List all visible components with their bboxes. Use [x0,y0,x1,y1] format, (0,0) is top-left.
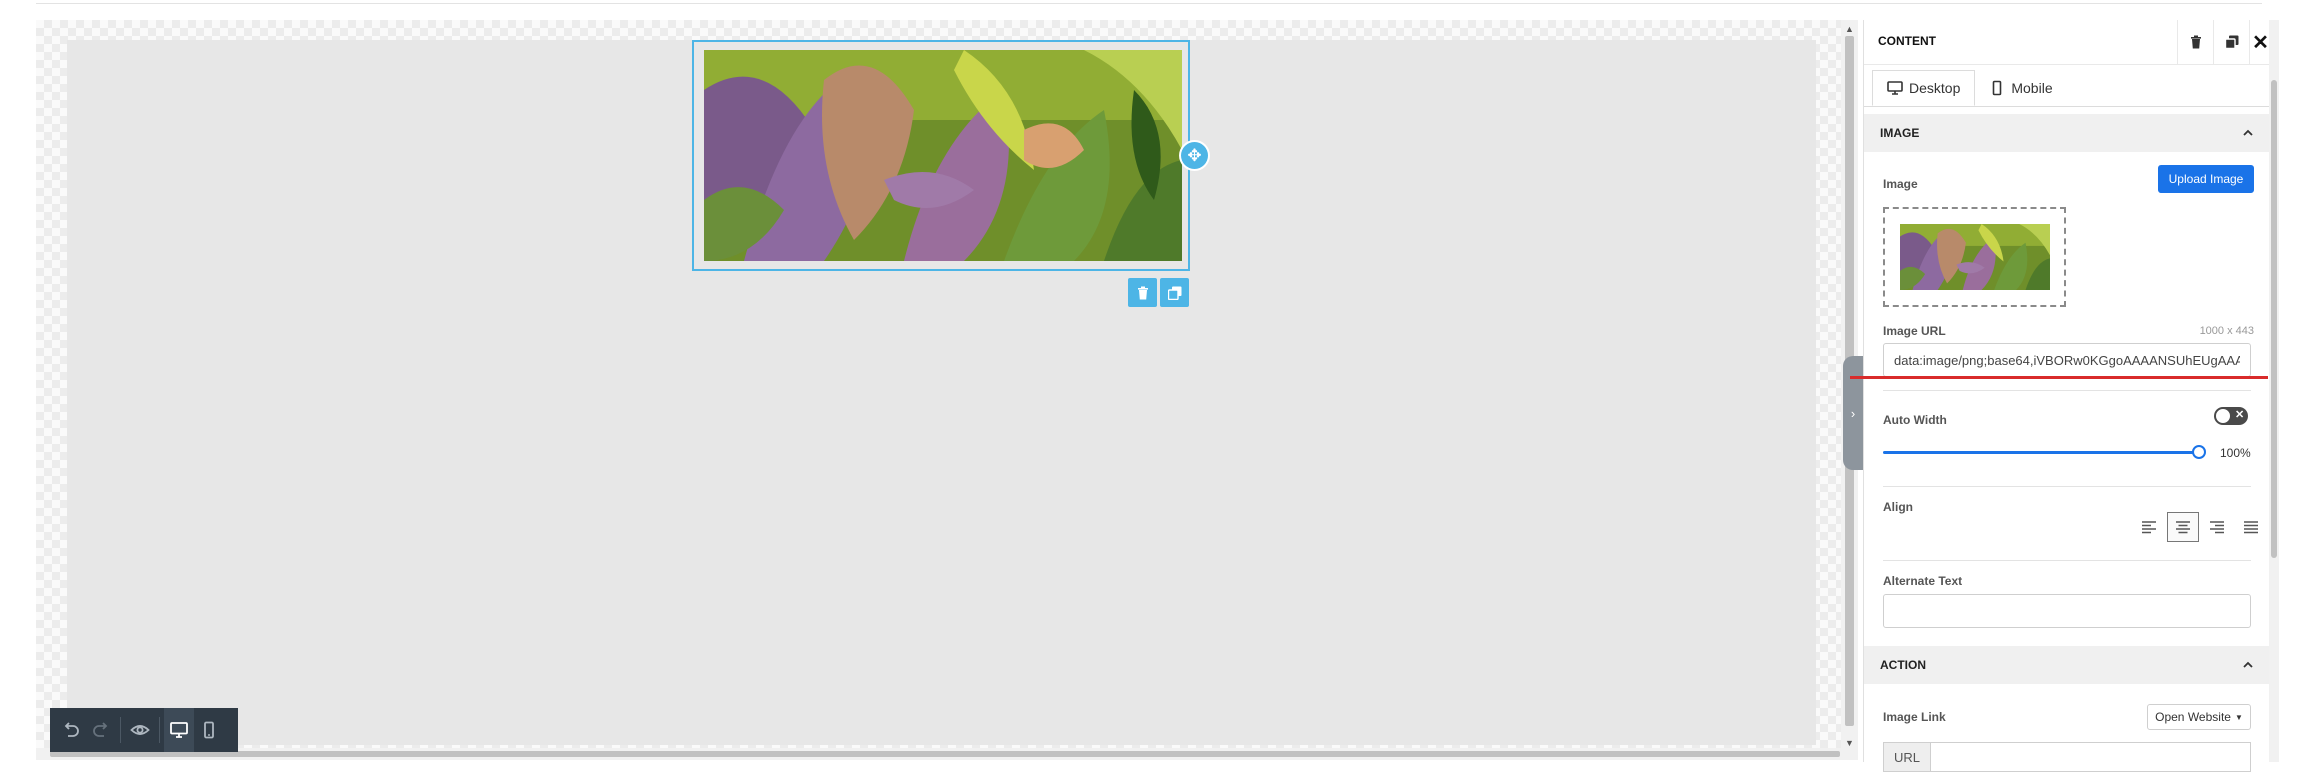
section-image-header[interactable]: IMAGE [1864,114,2270,152]
toggle-off-icon: ✕ [2235,409,2245,421]
divider [1883,560,2251,561]
image-thumbnail [1899,224,2050,290]
duplicate-icon [1167,286,1181,300]
redo-button[interactable] [86,708,116,752]
divider [1883,486,2251,487]
align-justify-button[interactable] [2235,512,2267,542]
width-slider-value: 100% [2220,446,2251,460]
image-link-value: Open Website [2155,710,2231,724]
preview-button[interactable] [125,708,155,752]
bottom-toolbar [50,708,238,752]
panel-duplicate-button[interactable] [2213,20,2250,64]
device-tabs: Desktop Mobile [1872,70,2067,106]
panel-scrollbar[interactable] [2269,20,2279,762]
alternate-text-input[interactable] [1883,594,2251,628]
align-right-icon [2210,521,2224,534]
tab-desktop[interactable]: Desktop [1872,70,1976,106]
panel-collapse-tab[interactable]: › [1843,356,1863,470]
align-right-button[interactable] [2201,512,2233,542]
width-slider-handle[interactable] [2192,445,2206,459]
canvas-hscroll-thumb[interactable] [50,751,1840,757]
panel-title: CONTENT [1878,34,1936,48]
tab-mobile-label: Mobile [2011,80,2053,96]
image-url-input[interactable] [1883,343,2251,377]
redo-icon [93,722,108,737]
image-dimensions: 1000 x 443 [2199,325,2254,337]
align-left-icon [2142,521,2156,534]
align-left-button[interactable] [2133,512,2165,542]
chevron-right-icon: › [1850,405,1856,421]
url-label: URL [1883,742,1931,772]
mobile-view-button[interactable] [194,708,224,752]
auto-width-toggle[interactable]: ✕ [2214,407,2248,425]
mobile-icon [1993,80,2002,96]
tab-desktop-label: Desktop [1909,80,1961,96]
align-center-icon [2176,521,2190,534]
canvas-image[interactable] [704,50,1182,261]
align-center-button[interactable] [2167,512,2199,542]
caret-down-icon: ▼ [2234,712,2243,722]
highlight-underline [1850,376,2268,379]
toggle-knob [2215,408,2231,424]
properties-panel: CONTENT ✕ Desktop Mobile IMAGE Image Upl… [1863,20,2270,772]
trash-icon [1137,286,1148,299]
duplicate-icon [2225,35,2239,49]
chevron-up-icon [2243,661,2253,668]
auto-width-label: Auto Width [1883,413,1947,427]
mobile-icon [204,721,214,739]
align-button-group [2133,512,2267,542]
selected-image-block[interactable] [692,40,1190,271]
image-label: Image [1883,177,1918,191]
url-input[interactable] [1930,742,2251,772]
image-url-label: Image URL [1883,324,1946,338]
panel-delete-button[interactable] [2177,20,2214,64]
top-divider [36,3,2262,4]
block-duplicate-button[interactable] [1160,278,1189,307]
block-delete-button[interactable] [1128,278,1157,307]
align-label: Align [1883,500,1913,514]
trash-icon [2191,35,2201,49]
section-image-title: IMAGE [1880,126,1920,140]
divider [1883,390,2251,391]
panel-header: CONTENT ✕ [1864,20,2270,65]
width-slider-track[interactable] [1883,451,2199,454]
toolbar-separator [159,717,160,743]
panel-close-button[interactable]: ✕ [2249,20,2271,64]
tabs-divider [1864,106,2270,107]
panel-scrollbar-thumb[interactable] [2271,80,2277,558]
undo-icon [64,722,79,737]
close-icon: ✕ [2252,31,2269,54]
image-link-select[interactable]: Open Website ▼ [2147,704,2251,730]
scroll-up-arrow-icon[interactable]: ▲ [1841,22,1858,36]
section-action-header[interactable]: ACTION [1864,646,2270,684]
canvas-horizontal-scrollbar[interactable] [36,748,1858,760]
desktop-icon [170,722,188,738]
align-justify-icon [2244,521,2258,534]
section-action-title: ACTION [1880,658,1926,672]
image-link-label: Image Link [1883,710,1946,724]
preview-icon [130,725,150,735]
alternate-text-label: Alternate Text [1883,574,1963,588]
upload-image-button[interactable]: Upload Image [2158,165,2254,193]
toolbar-separator [120,717,121,743]
desktop-icon [1887,81,1903,95]
move-icon[interactable]: ✥ [1181,142,1208,169]
desktop-view-button[interactable] [164,708,194,752]
chevron-up-icon [2243,129,2253,136]
image-thumbnail-dropzone[interactable] [1883,207,2066,307]
tab-mobile[interactable]: Mobile [1975,70,2066,106]
undo-button[interactable] [56,708,86,752]
